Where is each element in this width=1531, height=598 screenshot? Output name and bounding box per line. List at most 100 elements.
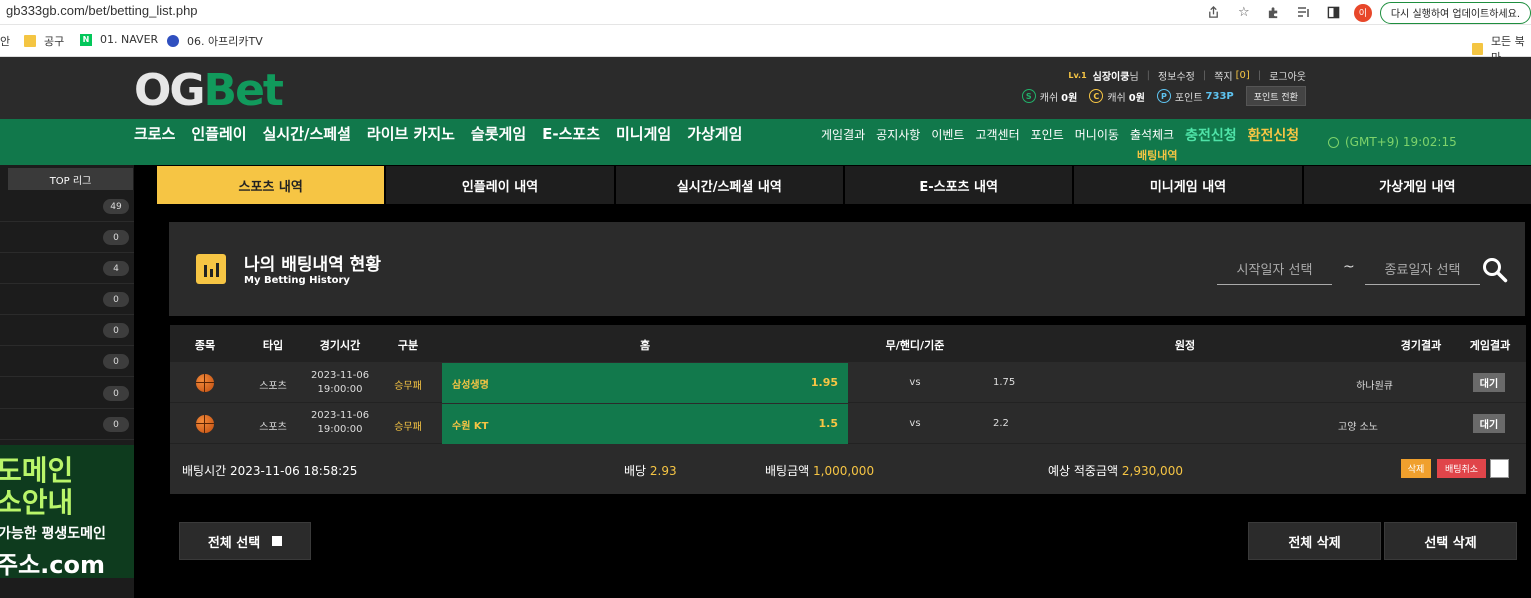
sidebar-league-item[interactable]: 0 (0, 409, 134, 440)
start-date-input[interactable] (1217, 257, 1332, 285)
point-coin-icon: P (1156, 89, 1171, 103)
sidebar-league-item[interactable]: 0 (0, 222, 134, 253)
nav-item-betting-history[interactable]: 배팅내역 (1137, 147, 1177, 163)
sidebar-league-item[interactable]: 0 (0, 378, 134, 409)
bookmark-item[interactable]: 안 (0, 33, 10, 49)
status-badge: 대기 (1473, 373, 1505, 392)
banner-line: 소안내 (0, 486, 74, 519)
col-match-result: 경기결과 (1400, 339, 1442, 352)
sidebar-league-item[interactable]: 0 (0, 284, 134, 315)
tab-sports-history[interactable]: 스포츠 내역 (157, 166, 385, 204)
expected-win: 예상 적중금액 2,930,000 (1048, 462, 1183, 479)
nav-item-event[interactable]: 이벤트 (931, 126, 964, 145)
edit-info-link[interactable]: 정보수정 (1158, 68, 1195, 83)
point-convert-button[interactable]: 포인트 전환 (1245, 86, 1306, 106)
nav-item-live-special[interactable]: 실시간/스페셜 (263, 123, 351, 144)
nav-item-esports[interactable]: E-스포츠 (542, 123, 600, 144)
bookmark-label: 01. NAVER (100, 33, 159, 46)
username-suffix: 님 (1129, 72, 1139, 83)
col-kind: 구분 (397, 339, 419, 352)
tab-minigame-history[interactable]: 미니게임 내역 (1074, 166, 1302, 204)
home-team: 삼성생명 (452, 380, 489, 391)
betting-history-table: 종목 타입 경기시간 구분 홈 무/핸디/기준 원정 경기결과 게임결과 스포츠… (170, 325, 1526, 494)
sidebar-league-item[interactable]: 4 (0, 253, 134, 284)
nav-item-virtual[interactable]: 가상게임 (687, 123, 742, 144)
nav-item-game-results[interactable]: 게임결과 (821, 126, 865, 145)
tab-live-special-history[interactable]: 실시간/스페셜 내역 (615, 166, 843, 204)
share-icon[interactable] (1202, 1, 1226, 25)
tab-esports-history[interactable]: E-스포츠 내역 (844, 166, 1073, 204)
divider: | (1257, 70, 1262, 81)
side-panel-icon[interactable] (1322, 1, 1346, 25)
folder-icon (24, 35, 36, 47)
casino-label: 캐쉬 (1107, 92, 1126, 104)
reading-list-icon[interactable] (1292, 1, 1316, 25)
point-value: 733P (1205, 90, 1234, 102)
nav-item-slot[interactable]: 슬롯게임 (471, 123, 526, 144)
user-info-row: Lv.1 심장이쿵 님 | 정보수정 | 쪽지 [0] | 로그아웃 (1068, 68, 1306, 83)
nav-item-exchange[interactable]: 환전신청 (1248, 125, 1300, 145)
nav-item-point[interactable]: 포인트 (1031, 126, 1064, 145)
banner-line: 가능한 평생도메인 (0, 526, 106, 542)
page-subtitle: My Betting History (244, 275, 350, 286)
clock-icon (1328, 136, 1339, 148)
league-count-badge: 4 (103, 261, 129, 276)
tab-virtual-history[interactable]: 가상게임 내역 (1303, 166, 1531, 204)
folder-icon (1472, 43, 1483, 55)
bookmark-item[interactable]: N 01. NAVER (80, 33, 158, 46)
row-date: 2023-11-06 (310, 370, 370, 381)
search-icon[interactable] (1481, 256, 1509, 284)
bet-amount: 배팅금액 1,000,000 (765, 462, 874, 479)
row-type: 스포츠 (259, 422, 287, 433)
cash-balance: S 캐쉬 0원 (1021, 89, 1077, 104)
select-bet-checkbox[interactable] (1490, 459, 1509, 478)
browser-address-bar: gb333gb.com/bet/betting_list.php ☆ 이 다시 … (0, 0, 1531, 25)
relaunch-update-button[interactable]: 다시 실행하여 업데이트하세요. (1379, 1, 1531, 24)
profile-avatar[interactable]: 이 (1353, 3, 1372, 22)
nav-item-inplay[interactable]: 인플레이 (191, 123, 246, 144)
nav-item-notice[interactable]: 공지사항 (876, 126, 920, 145)
nav-item-live-casino[interactable]: 라이브 카지노 (367, 123, 455, 144)
sidebar-title: TOP 리그 (8, 168, 133, 190)
select-all-button[interactable]: 전체 선택 (179, 522, 311, 560)
delete-selected-button[interactable]: 선택 삭제 (1384, 522, 1517, 560)
status-badge: 대기 (1473, 414, 1505, 433)
tab-inplay-history[interactable]: 인플레이 내역 (386, 166, 614, 204)
domain-banner[interactable]: 도메인 소안내 가능한 평생도메인 주소.com (0, 445, 134, 578)
vs-label: vs (909, 377, 921, 388)
logout-link[interactable]: 로그아웃 (1269, 68, 1306, 83)
home-odds-cell: 수원 KT 1.5 (442, 404, 848, 444)
bookmark-star-icon[interactable]: ☆ (1232, 1, 1256, 25)
cancel-bet-button[interactable]: 배팅취소 (1437, 459, 1486, 478)
nav-item-minigame[interactable]: 미니게임 (616, 123, 671, 144)
nav-item-support[interactable]: 고객센터 (975, 126, 1019, 145)
nav-item-cross[interactable]: 크로스 (134, 123, 175, 144)
bookmark-item[interactable]: 06. 아프리카TV (167, 33, 263, 49)
url-field[interactable]: gb333gb.com/bet/betting_list.php (6, 3, 198, 18)
messages-link[interactable]: 쪽지 (1214, 68, 1232, 83)
end-date-input[interactable] (1365, 257, 1480, 285)
bookmark-label: 06. 아프리카TV (187, 35, 263, 48)
odds-value: 2.93 (649, 464, 677, 478)
vs-label: vs (909, 418, 921, 429)
cash-label: 캐쉬 (1039, 92, 1059, 104)
browser-toolbar: ☆ 이 다시 실행하여 업데이트하세요. (1196, 0, 1531, 25)
away-team: 하나원큐 (1356, 381, 1393, 392)
bookmarks-bar: 안 공구 N 01. NAVER 06. 아프리카TV 모든 북마 (0, 25, 1531, 64)
sidebar-league-item[interactable]: 49 (0, 191, 134, 222)
nav-item-charge[interactable]: 충전신청 (1185, 125, 1237, 145)
date-range-separator: ~ (1343, 259, 1355, 275)
delete-button[interactable]: 삭제 (1401, 459, 1431, 478)
amount-value: 1,000,000 (813, 464, 875, 478)
bookmark-item[interactable]: 공구 (24, 33, 64, 49)
sidebar-league-item[interactable]: 0 (0, 315, 134, 346)
nav-sub-menu: 게임결과 공지사항 이벤트 고객센터 포인트 머니이동 출석체크 충전신청 환전… (821, 126, 1310, 145)
nav-main-menu: 크로스 인플레이 실시간/스페셜 라이브 카지노 슬롯게임 E-스포츠 미니게임… (134, 123, 758, 144)
extensions-icon[interactable] (1262, 1, 1286, 25)
nav-item-attendance[interactable]: 출석체크 (1130, 126, 1174, 145)
site-logo[interactable]: OGBet (134, 65, 284, 116)
sidebar-league-item[interactable]: 0 (0, 346, 134, 377)
nav-item-money-move[interactable]: 머니이동 (1075, 126, 1119, 145)
logo-bet: Bet (203, 65, 284, 116)
delete-all-button[interactable]: 전체 삭제 (1248, 522, 1381, 560)
